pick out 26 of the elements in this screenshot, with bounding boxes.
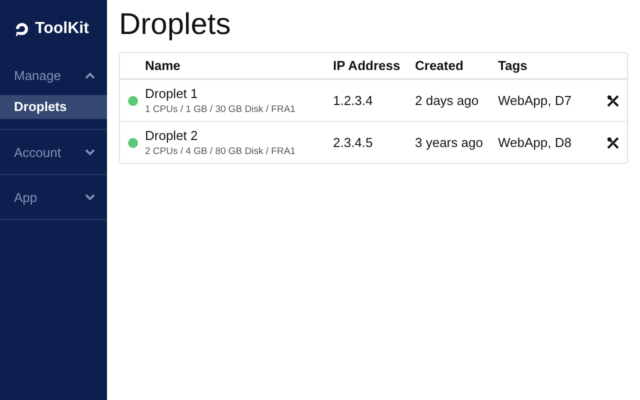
droplet-specs: 2 CPUs / 4 GB / 80 GB Disk / FRA1 [145, 146, 296, 157]
droplet-name: Droplet 2 [145, 128, 199, 143]
page-title: Droplets [119, 8, 232, 43]
column-header: Created [415, 58, 464, 73]
table-cell-text: 3 years ago [415, 135, 484, 150]
chevron-up-icon [85, 72, 95, 78]
section-header[interactable]: App [0, 175, 107, 219]
table-cell-text: 2.3.4.5 [333, 135, 374, 150]
droplet-name: Droplet 1 [145, 86, 199, 101]
sidebar-item[interactable]: Droplets [0, 95, 107, 119]
tools-icon[interactable] [606, 136, 618, 148]
column-header: Tags [498, 58, 528, 73]
tools-icon[interactable] [606, 94, 618, 106]
logo-icon [14, 21, 30, 37]
droplet-specs: 1 CPUs / 1 GB / 30 GB Disk / FRA1 [145, 104, 296, 115]
table-cell-text: 2 days ago [415, 93, 480, 108]
chevron-down-icon [85, 148, 95, 156]
chevron-down-icon [85, 194, 95, 200]
table-cell-text: WebApp, D8 [498, 135, 572, 150]
logo-text: ToolKit [35, 20, 89, 38]
column-header: IP Address [333, 58, 402, 73]
section-header[interactable]: Account [0, 130, 107, 174]
table-cell-text: 1.2.3.4 [333, 93, 374, 108]
table-cell-text: WebApp, D7 [498, 93, 572, 108]
section-header[interactable]: Manage [0, 53, 107, 97]
column-header: Name [145, 58, 182, 73]
